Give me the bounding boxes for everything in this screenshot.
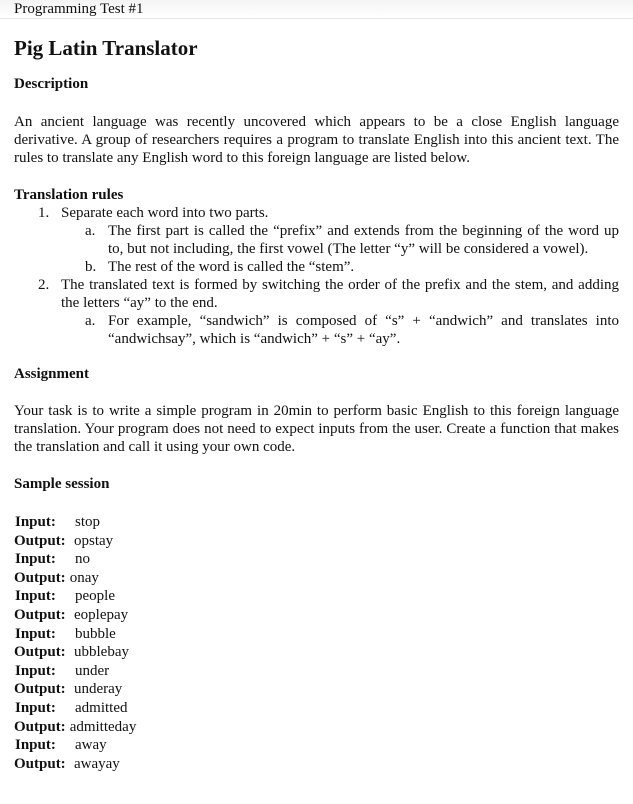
output-value: eoplepay: [74, 606, 129, 623]
rules-list: 1. Separate each word into two parts. a.…: [14, 204, 619, 348]
page-title: Pig Latin Translator: [14, 36, 198, 60]
sample-session: Input: stop Output: opstay Input: no Output…: [14, 513, 619, 773]
output-value: onay: [69, 569, 99, 586]
rules-heading: Translation rules: [14, 187, 124, 203]
input-label: Input:: [15, 625, 56, 642]
session-output-row: Output: opstay: [14, 532, 619, 551]
input-value: no: [75, 551, 90, 568]
output-label: Output:: [14, 644, 66, 661]
output-label: Output:: [14, 718, 66, 735]
subitem-text: For example, “sandwich” is composed of “…: [108, 313, 619, 347]
output-label: Output:: [14, 755, 66, 772]
description-heading: Description: [14, 76, 89, 92]
output-label: Output:: [14, 569, 66, 586]
input-value: admitted: [75, 699, 128, 716]
sample-heading: Sample session: [14, 476, 110, 492]
rule-subitem: a. For example, “sandwich” is composed o…: [14, 312, 619, 348]
output-value: ubblebay: [74, 644, 129, 661]
rule-subitem: b. The rest of the word is called the “s…: [14, 258, 619, 276]
subitem-letter: a.: [85, 223, 96, 239]
output-label: Output:: [14, 532, 66, 549]
session-input-row: Input: away: [14, 736, 619, 755]
session-input-row: Input: admitted: [14, 699, 619, 718]
input-value: under: [75, 662, 110, 679]
session-input-row: Input: under: [14, 662, 619, 681]
rule-number: 1.: [38, 205, 50, 221]
output-value: awayay: [74, 755, 120, 772]
session-output-row: Output: underay: [14, 680, 619, 699]
subitem-letter: b.: [85, 259, 97, 275]
input-value: away: [75, 737, 107, 754]
subitem-text: The rest of the word is called the “stem…: [108, 259, 355, 275]
session-output-row: Output: ubblebay: [14, 643, 619, 662]
rule-item: 2. The translated text is formed by swit…: [14, 276, 619, 312]
input-value: people: [75, 588, 115, 605]
output-value: underay: [74, 681, 123, 698]
assignment-heading: Assignment: [14, 366, 90, 382]
output-label: Output:: [14, 681, 66, 698]
session-input-row: Input: no: [14, 550, 619, 569]
header-title: Programming Test #1: [14, 1, 144, 17]
input-label: Input:: [15, 699, 56, 716]
rule-number: 2.: [38, 277, 50, 293]
output-value: admitteday: [69, 718, 137, 735]
input-value: stop: [75, 514, 101, 530]
output-value: opstay: [74, 532, 114, 549]
subitem-text: The first part is called the “prefix” an…: [108, 223, 619, 257]
session-input-row: Input: people: [14, 587, 619, 606]
rule-text: The translated text is formed by switchi…: [61, 277, 619, 311]
document-page: Pig Latin Translator Description An anci…: [0, 35, 633, 773]
document-header: Programming Test #1: [0, 0, 633, 19]
session-output-row: Output: awayay: [14, 755, 619, 774]
input-value: bubble: [75, 625, 116, 642]
rule-item: 1. Separate each word into two parts.: [14, 204, 619, 222]
output-label: Output:: [14, 606, 66, 623]
input-label: Input:: [15, 662, 56, 679]
input-label: Input:: [15, 737, 56, 754]
rule-text: Separate each word into two parts.: [61, 205, 269, 221]
session-input-row: Input: bubble: [14, 625, 619, 644]
subitem-letter: a.: [85, 313, 96, 329]
input-label: Input:: [15, 588, 56, 605]
session-input-row: Input: stop: [14, 513, 619, 532]
session-output-row: Output: admitteday: [14, 718, 619, 737]
rule-subitem: a. The first part is called the “prefix”…: [14, 222, 619, 258]
session-output-row: Output: eoplepay: [14, 606, 619, 625]
session-output-row: Output: onay: [14, 569, 619, 588]
assignment-text: Your task is to write a simple program i…: [14, 403, 619, 455]
input-label: Input:: [15, 514, 56, 530]
input-label: Input:: [15, 551, 56, 568]
description-text: An ancient language was recently uncover…: [14, 114, 619, 166]
